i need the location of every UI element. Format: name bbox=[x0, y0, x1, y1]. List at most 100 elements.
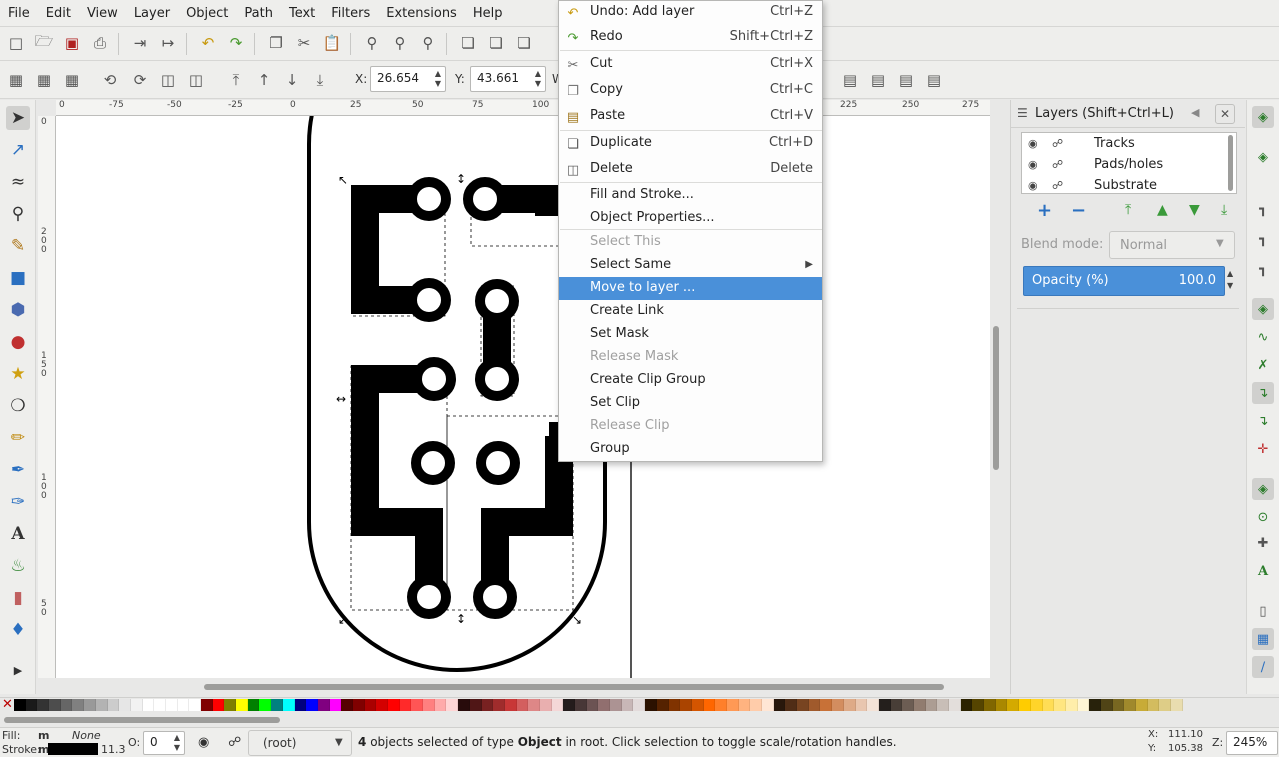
palette-swatch[interactable] bbox=[504, 699, 517, 711]
palette-swatch[interactable] bbox=[1147, 699, 1160, 711]
palette-swatch[interactable] bbox=[271, 699, 283, 711]
palette-swatch[interactable] bbox=[1019, 699, 1031, 711]
palette-swatch[interactable] bbox=[1054, 699, 1066, 711]
vertical-scroll-thumb[interactable] bbox=[993, 326, 999, 470]
palette-swatch[interactable] bbox=[1042, 699, 1055, 711]
palette-swatch[interactable] bbox=[960, 699, 973, 711]
menu-view[interactable]: View bbox=[79, 0, 126, 27]
palette-swatch[interactable] bbox=[820, 699, 833, 711]
palette-swatch[interactable] bbox=[247, 699, 260, 711]
duplicate-icon[interactable]: ❐ bbox=[266, 33, 286, 53]
pad[interactable] bbox=[407, 575, 451, 619]
snap-bbox-corner-icon[interactable]: ┓ bbox=[1252, 228, 1274, 250]
menu-item-duplicate[interactable]: ❏ Duplicate Ctrl+D bbox=[559, 132, 822, 155]
palette-swatch[interactable] bbox=[189, 699, 201, 711]
fill-indicator[interactable]: m bbox=[38, 729, 49, 742]
menu-item-create-link[interactable]: Create Link bbox=[559, 300, 822, 323]
menu-item-create-clip-group[interactable]: Create Clip Group bbox=[559, 369, 822, 392]
snap-enable-icon[interactable]: ◈ bbox=[1252, 106, 1274, 128]
scale-handle-bl[interactable]: ↙ bbox=[338, 613, 348, 627]
snap-object-center-icon[interactable]: ⊙ bbox=[1252, 506, 1274, 528]
snap-text-baseline-icon[interactable]: A bbox=[1252, 560, 1274, 582]
undo-icon[interactable]: ↶ bbox=[198, 33, 218, 53]
menu-item-paste[interactable]: ▤ Paste Ctrl+V bbox=[559, 105, 822, 128]
pad[interactable] bbox=[411, 441, 455, 485]
palette-swatch[interactable] bbox=[797, 699, 809, 711]
palette-swatch[interactable] bbox=[154, 699, 166, 711]
x-spin-arrows[interactable]: ▲ ▼ bbox=[433, 69, 443, 89]
vertical-scrollbar[interactable] bbox=[990, 116, 1002, 678]
menu-text[interactable]: Text bbox=[281, 0, 323, 27]
palette-swatch[interactable] bbox=[1077, 699, 1090, 711]
palette-swatch[interactable] bbox=[621, 699, 634, 711]
layer-name[interactable]: Pads/holes bbox=[1094, 157, 1163, 172]
lock-icon[interactable]: ☍ bbox=[1052, 158, 1063, 171]
palette-swatch[interactable] bbox=[446, 699, 459, 711]
palette-swatch[interactable] bbox=[1159, 699, 1172, 711]
select-all-layers-icon[interactable]: ▦ bbox=[34, 70, 54, 90]
snap-paths-icon[interactable]: ∿ bbox=[1252, 326, 1274, 348]
deselect-icon[interactable]: ▦ bbox=[62, 70, 82, 90]
node-tool-icon[interactable]: ↗ bbox=[6, 138, 30, 162]
palette-swatch[interactable] bbox=[95, 699, 108, 711]
pad[interactable] bbox=[475, 279, 519, 323]
scale-stroke-icon[interactable]: ▤ bbox=[840, 70, 860, 90]
y-input[interactable]: 43.661 ▲ ▼ bbox=[470, 66, 546, 92]
raise-layer-icon[interactable]: ▲ bbox=[1157, 202, 1168, 218]
clone-icon[interactable]: ❏ bbox=[458, 33, 478, 53]
scale-handle-tl[interactable]: ↖ bbox=[338, 173, 348, 187]
pad[interactable] bbox=[407, 278, 451, 322]
palette-swatch[interactable] bbox=[1124, 699, 1136, 711]
drawing-svg[interactable]: ↖ ↕ ↔ ↙ ↕ ↘ bbox=[56, 116, 990, 678]
opacity-spin-arrows[interactable]: ▲ ▼ bbox=[1227, 268, 1233, 292]
pad[interactable] bbox=[473, 575, 517, 619]
palette-swatch[interactable] bbox=[1171, 699, 1183, 711]
menu-extensions[interactable]: Extensions bbox=[378, 0, 465, 27]
lower-to-bottom-icon[interactable]: ⤓ bbox=[310, 70, 330, 90]
opacity-slider[interactable]: Opacity (%) 100.0 bbox=[1023, 266, 1225, 296]
snap-bbox-midpoint-icon[interactable]: ┓ bbox=[1252, 258, 1274, 280]
track-bottom-left[interactable] bbox=[351, 365, 443, 597]
pen-tool-icon[interactable]: ✒ bbox=[6, 458, 30, 482]
palette-swatch[interactable] bbox=[645, 699, 657, 711]
move-gradients-icon[interactable]: ▤ bbox=[896, 70, 916, 90]
palette-swatch[interactable] bbox=[282, 699, 295, 711]
palette-swatch[interactable] bbox=[715, 699, 727, 711]
palette-swatch[interactable] bbox=[411, 699, 424, 711]
palette-swatch[interactable] bbox=[878, 699, 891, 711]
more-tools-icon[interactable]: ▶ bbox=[6, 658, 30, 682]
palette-swatch[interactable] bbox=[423, 699, 435, 711]
layer-list[interactable]: ◉ ☍ Tracks ◉ ☍ Pads/holes ◉ ☍ Substrate bbox=[1021, 132, 1237, 194]
palette-swatch[interactable] bbox=[259, 699, 272, 711]
snap-bbox-edge-icon[interactable]: ┓ bbox=[1252, 198, 1274, 220]
current-layer-select[interactable]: (root) ▼ bbox=[248, 730, 352, 756]
palette-swatch[interactable] bbox=[107, 699, 120, 711]
palette-swatch[interactable] bbox=[902, 699, 914, 711]
snap-cusp-nodes-icon[interactable]: ↴ bbox=[1252, 382, 1274, 404]
paint-bucket-tool-icon[interactable]: ♦ bbox=[6, 618, 30, 642]
layer-row-substrate[interactable]: ◉ ☍ Substrate bbox=[1022, 176, 1226, 197]
palette-swatch[interactable] bbox=[539, 699, 552, 711]
open-folder-icon[interactable]: 🗁 bbox=[34, 32, 54, 53]
y-spin-arrows[interactable]: ▲ ▼ bbox=[533, 69, 543, 89]
palette-swatch[interactable] bbox=[890, 699, 903, 711]
menu-filters[interactable]: Filters bbox=[323, 0, 378, 27]
pad[interactable] bbox=[476, 441, 520, 485]
spray-tool-icon[interactable]: ♨ bbox=[6, 554, 30, 578]
spiral-tool-icon[interactable]: ❍ bbox=[6, 394, 30, 418]
palette-swatch[interactable] bbox=[1007, 699, 1020, 711]
horizontal-scrollbar[interactable] bbox=[56, 678, 990, 694]
star-tool-icon[interactable]: ★ bbox=[6, 362, 30, 386]
add-layer-icon[interactable]: + bbox=[1037, 200, 1052, 221]
dialog-close-icon[interactable]: ✕ bbox=[1215, 104, 1235, 124]
palette-swatch[interactable] bbox=[1100, 699, 1113, 711]
zoom-tool-icon[interactable]: ⚲ bbox=[6, 202, 30, 226]
layer-name[interactable]: Substrate bbox=[1094, 178, 1157, 193]
palette-swatch[interactable] bbox=[575, 699, 587, 711]
lock-icon[interactable]: ☍ bbox=[1052, 179, 1063, 192]
palette-swatch[interactable] bbox=[72, 699, 85, 711]
menu-item-copy[interactable]: ❐ Copy Ctrl+C bbox=[559, 79, 822, 102]
palette-swatch[interactable] bbox=[177, 699, 190, 711]
ellipse-tool-icon[interactable]: ● bbox=[6, 330, 30, 354]
visibility-eye-icon[interactable]: ◉ bbox=[1028, 179, 1038, 192]
